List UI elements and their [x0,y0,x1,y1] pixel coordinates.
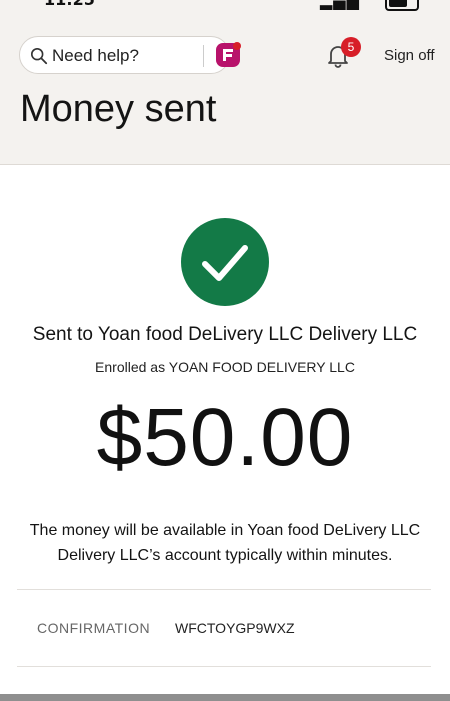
status-time: 11:25 [44,0,95,9]
bottom-bar [0,694,450,701]
recipient-text: Sent to Yoan food DeLivery LLC Delivery … [32,324,418,345]
fargo-assistant-icon[interactable] [214,41,242,69]
divider [17,589,431,590]
availability-note: The money will be available in Yoan food… [29,522,421,564]
success-check-icon [181,218,269,306]
search-icon [30,47,48,65]
battery-icon [385,0,419,11]
search-field[interactable]: Need help? [19,36,241,74]
confirmation-label: CONFIRMATION [37,620,151,636]
amount-sent: $50.00 [96,392,354,483]
page-title: Money sent [20,88,217,130]
search-divider [203,45,204,67]
header-divider [0,164,450,165]
sign-off-link[interactable]: Sign off [384,47,435,64]
search-placeholder: Need help? [52,46,139,65]
divider [17,666,431,667]
signal-icon: ▂▄▆ [320,0,360,10]
confirmation-code: WFCTOYGP9WXZ [175,620,295,636]
notification-badge: 5 [341,37,361,57]
header-area [0,0,450,165]
status-bar: 11:25 ▂▄▆ [0,0,450,12]
enrolled-as-text: Enrolled as YOAN FOOD DELIVERY LLC [95,359,355,375]
